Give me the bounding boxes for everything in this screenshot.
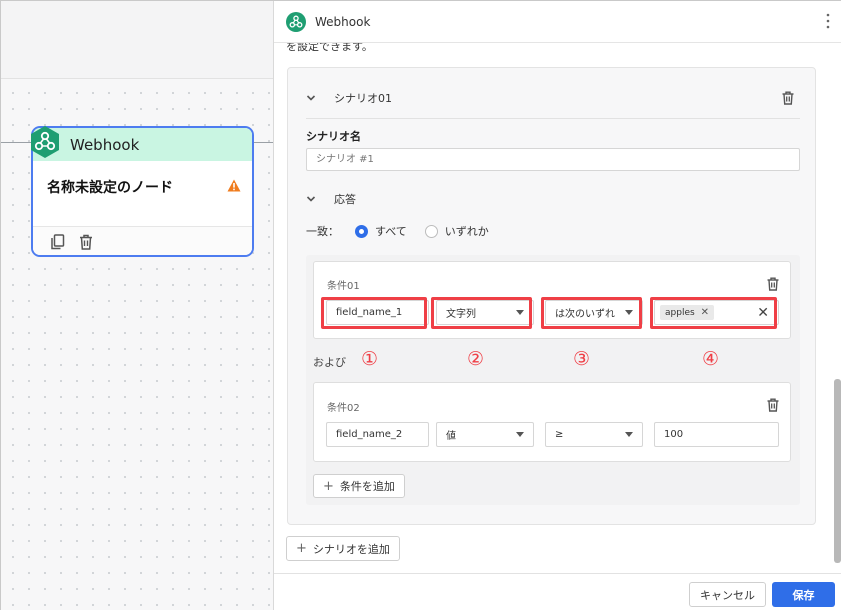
match-any-radio[interactable] [424,224,438,238]
condition-2-value-input[interactable]: 100 [654,422,779,447]
condition-2-value: 100 [664,429,684,440]
chevron-down-icon [306,196,316,202]
webhook-settings-panel: を設定できます。 シナリオ01 シナリオ名 シナリオ #1 応答 一致： すべて… [273,1,841,610]
outgoing-edge [254,142,273,143]
add-condition-label: 条件を追加 [339,480,395,493]
cancel-button[interactable]: キャンセル [689,582,766,607]
condition-2-operator-select[interactable]: ≥ [545,422,643,447]
panel-footer: キャンセル 保存 [274,573,841,610]
marker-1: ① [361,348,379,370]
condition-1-title: 条件01 [327,281,360,292]
caret-down-icon [516,432,524,437]
value-chip: apples ✕ [660,305,715,320]
condition-1-type-select[interactable]: 文字列 [436,300,534,325]
condition-2-title: 条件02 [327,403,360,414]
match-any-label: いずれか [444,225,489,238]
caret-down-icon [625,310,633,315]
condition-1-values-input[interactable]: apples ✕ ✕ [654,300,779,325]
panel-title: Webhook [315,14,371,29]
condition-2-type-select[interactable]: 値 [436,422,534,447]
plus-icon: + [296,541,307,556]
condition-1-type-value: 文字列 [446,309,476,320]
node-name: 名称未設定のノード [47,180,173,196]
clear-values-icon[interactable]: ✕ [757,305,769,321]
condition-card-1: 条件01 field_name_1 文字列 は次のいずれ apples ✕ ✕ [313,261,791,339]
copy-icon[interactable] [49,233,67,251]
add-scenario-label: シナリオを追加 [312,542,390,556]
condition-1-field-input[interactable]: field_name_1 [326,300,429,325]
response-label: 応答 [334,193,356,206]
condition-2-field-input[interactable]: field_name_2 [326,422,429,447]
node-header: Webhook [33,128,252,161]
marker-2: ② [467,348,485,370]
scenario-name-label: シナリオ名 [306,130,361,143]
incoming-edge [1,142,31,143]
caret-down-icon [516,310,524,315]
delete-condition-2-icon[interactable] [765,397,781,413]
condition-1-operator-select[interactable]: は次のいずれ [545,300,643,325]
delete-node-icon[interactable] [77,233,95,251]
delete-scenario-icon[interactable] [780,90,796,106]
match-mode-group: 一致： すべて いずれか [306,222,489,240]
chip-remove-icon[interactable]: ✕ [701,307,709,318]
condition-1-field-value: field_name_1 [336,307,403,318]
more-options-icon[interactable] [826,13,830,29]
node-body: 名称未設定のノード [33,161,252,226]
chevron-down-icon [306,95,316,101]
condition-2-operator-value: ≥ [555,429,564,440]
node-type-label: Webhook [70,135,140,154]
condition-2-type-value: 値 [446,431,456,442]
workflow-canvas[interactable]: Webhook 名称未設定のノード [1,1,273,610]
panel-scrollbar[interactable] [834,379,841,563]
condition-1-operator-value: は次のいずれ [555,309,615,320]
node-footer [33,226,252,255]
plus-icon: + [323,478,334,494]
scenario-header-label: シナリオ01 [334,92,392,105]
value-chip-label: apples [665,307,695,318]
panel-header: Webhook [274,1,841,43]
scenario-accordion-toggle[interactable]: シナリオ01 [306,88,392,108]
match-all-radio[interactable] [355,224,368,238]
condition-2-field-value: field_name_2 [336,429,403,440]
add-scenario-button[interactable]: + シナリオを追加 [286,536,400,561]
match-any-option[interactable]: いずれか [424,223,489,239]
warning-icon [227,179,241,192]
match-all-label: すべて [375,225,407,238]
scenario-divider [306,118,800,119]
caret-down-icon [625,432,633,437]
scenario-name-input[interactable] [306,148,800,171]
canvas-toolbar-area [1,1,273,79]
response-accordion-toggle[interactable]: 応答 [306,189,356,209]
match-label: 一致： [306,225,339,238]
webhook-node[interactable]: Webhook 名称未設定のノード [31,126,254,257]
add-condition-button[interactable]: + 条件を追加 [313,474,405,498]
marker-4: ④ [702,348,720,370]
save-button[interactable]: 保存 [772,582,835,607]
match-all-option[interactable]: すべて [355,223,407,239]
scenario-card: シナリオ01 シナリオ名 応答 一致： [287,67,816,525]
delete-condition-1-icon[interactable] [765,276,781,292]
marker-3: ③ [573,348,591,370]
and-label: および [313,356,346,369]
condition-card-2: 条件02 field_name_2 値 ≥ 100 [313,382,791,462]
webhook-node-icon [31,126,59,158]
webhook-icon [286,11,306,32]
